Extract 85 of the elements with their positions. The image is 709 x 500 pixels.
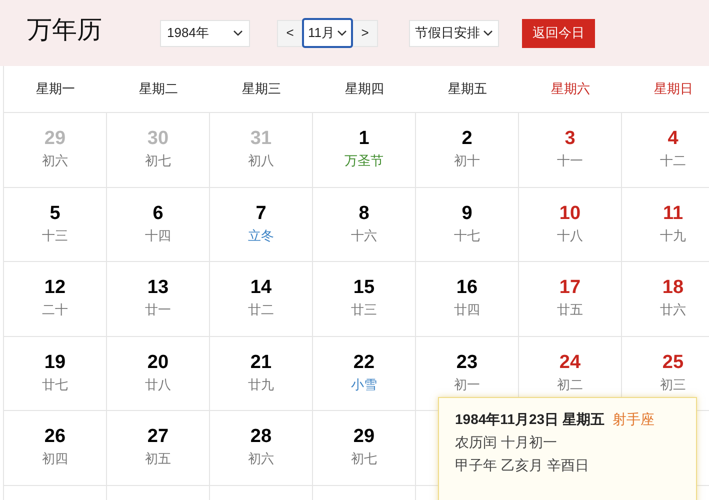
lunar-date: 万圣节 xyxy=(344,152,384,170)
chevron-icon xyxy=(233,30,243,36)
day-number: 11 xyxy=(662,202,684,226)
weekday-heading: 星期四 xyxy=(345,80,384,98)
lunar-date: 十一 xyxy=(557,152,583,170)
lunar-date: 十八 xyxy=(557,226,583,244)
chevron-icon xyxy=(483,30,493,36)
holiday-select[interactable]: 节假日安排 xyxy=(409,20,499,46)
lunar-date: 十二 xyxy=(660,152,686,170)
day-number: 4 xyxy=(668,127,678,151)
popup-date: 1984年11月23日 星期五 xyxy=(455,411,604,427)
day-number: 3 xyxy=(564,127,576,151)
lunar-date: 立冬 xyxy=(248,226,274,244)
lunar-date: 初八 xyxy=(248,152,274,170)
lunar-date: 廿五 xyxy=(557,301,583,319)
lunar-date: 初三 xyxy=(660,376,686,394)
day-number: 17 xyxy=(559,276,581,300)
day-number: 21 xyxy=(250,350,272,374)
day-number: 18 xyxy=(662,276,684,300)
lunar-date: 十四 xyxy=(145,226,171,244)
lunar-date: 廿四 xyxy=(454,301,480,319)
day-number: 19 xyxy=(44,350,66,374)
page-title: 万年历 xyxy=(27,14,103,46)
weekday-heading: 星期六 xyxy=(551,80,590,98)
day-number: 29 xyxy=(44,127,66,151)
day-number: 20 xyxy=(147,350,169,374)
chevron-icon xyxy=(337,30,347,36)
lunar-date: 初十 xyxy=(454,152,480,170)
day-number: 7 xyxy=(256,202,266,226)
lunar-date: 二十 xyxy=(42,301,68,319)
day-number: 12 xyxy=(44,276,66,300)
lunar-date: 初四 xyxy=(42,450,68,468)
day-number: 29 xyxy=(353,425,375,449)
lunar-date: 十六 xyxy=(351,226,377,244)
lunar-date: 初二 xyxy=(557,376,583,394)
lunar-date: 十七 xyxy=(454,226,480,244)
lunar-date: 廿八 xyxy=(145,376,171,394)
day-number: 14 xyxy=(250,276,272,300)
day-number: 13 xyxy=(147,276,169,300)
lunar-info: 农历闰 十月初一 xyxy=(455,433,558,452)
day-number: 5 xyxy=(50,202,60,226)
weekday-heading: 星期日 xyxy=(654,80,693,98)
lunar-date: 初一 xyxy=(454,376,480,394)
day-number: 22 xyxy=(353,350,375,374)
lunar-date: 廿一 xyxy=(145,301,171,319)
lunar-date: 初六 xyxy=(248,450,274,468)
day-number: 8 xyxy=(358,202,370,226)
year-select[interactable]: 1984年 xyxy=(160,20,250,46)
lunar-date: 初五 xyxy=(145,450,171,468)
day-number: 24 xyxy=(559,350,581,374)
lunar-date: 初七 xyxy=(145,152,171,170)
lunar-date: 廿六 xyxy=(660,301,686,319)
lunar-date: 十三 xyxy=(42,226,68,244)
day-number: 25 xyxy=(662,350,684,374)
previous-month-button[interactable]: < xyxy=(278,20,302,46)
day-number: 6 xyxy=(152,202,164,226)
weekday-heading: 星期五 xyxy=(448,80,487,98)
next-month-button[interactable]: > xyxy=(353,20,377,46)
day-number: 9 xyxy=(462,202,472,226)
today-button[interactable]: 返回今日 xyxy=(522,18,595,48)
month-select[interactable]: 11月 xyxy=(302,18,353,48)
day-number: 10 xyxy=(559,202,581,226)
ganzhi-info: 甲子年 乙亥月 辛酉日 xyxy=(455,456,590,475)
day-number: 26 xyxy=(44,425,66,449)
lunar-date: 廿九 xyxy=(248,376,274,394)
day-number: 15 xyxy=(353,276,375,300)
day-number: 31 xyxy=(250,127,272,151)
lunar-date: 十九 xyxy=(660,226,686,244)
day-number: 23 xyxy=(456,350,478,374)
lunar-date: 初六 xyxy=(42,152,68,170)
day-number: 2 xyxy=(462,127,472,151)
day-number: 16 xyxy=(456,276,478,300)
lunar-date: 廿三 xyxy=(351,301,377,319)
lunar-date: 廿七 xyxy=(42,376,68,394)
lunar-date: 廿二 xyxy=(248,301,274,319)
day-number: 1 xyxy=(358,127,370,151)
day-number: 27 xyxy=(147,425,169,449)
day-number: 28 xyxy=(250,425,272,449)
lunar-date: 初七 xyxy=(351,450,377,468)
weekday-heading: 星期一 xyxy=(36,80,75,98)
day-number: 30 xyxy=(147,127,169,151)
weekday-heading: 星期三 xyxy=(242,80,281,98)
zodiac-sign: 射手座 xyxy=(612,411,654,427)
lunar-date: 小雪 xyxy=(351,376,377,394)
weekday-heading: 星期二 xyxy=(139,80,178,98)
